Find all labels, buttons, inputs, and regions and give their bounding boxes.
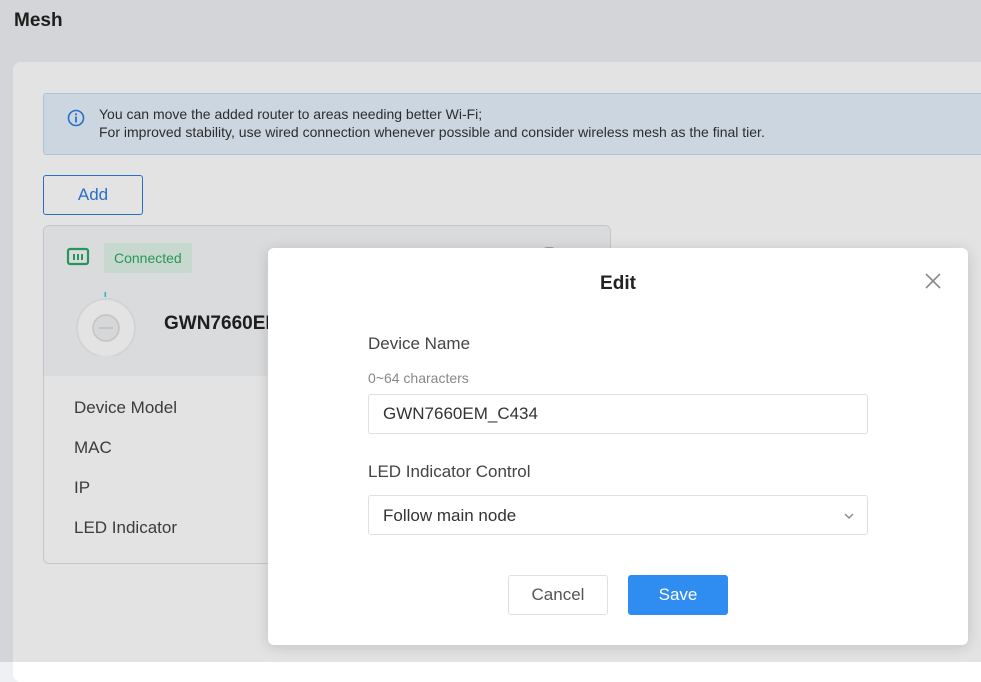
device-name-hint: 0~64 characters — [368, 370, 469, 386]
led-control-label: LED Indicator Control — [368, 462, 531, 481]
led-control-select[interactable]: Follow main node — [368, 495, 868, 535]
modal-title: Edit — [600, 273, 636, 294]
close-icon[interactable] — [924, 272, 942, 290]
led-control-value: Follow main node — [383, 506, 517, 525]
device-name-label: Device Name — [368, 334, 471, 353]
device-name-input[interactable] — [368, 394, 868, 434]
edit-modal: Edit Device Name 0~64 characters LED Ind… — [268, 248, 968, 645]
save-button[interactable]: Save — [628, 575, 728, 615]
chevron-down-icon — [844, 513, 854, 519]
cancel-button[interactable]: Cancel — [508, 575, 608, 615]
